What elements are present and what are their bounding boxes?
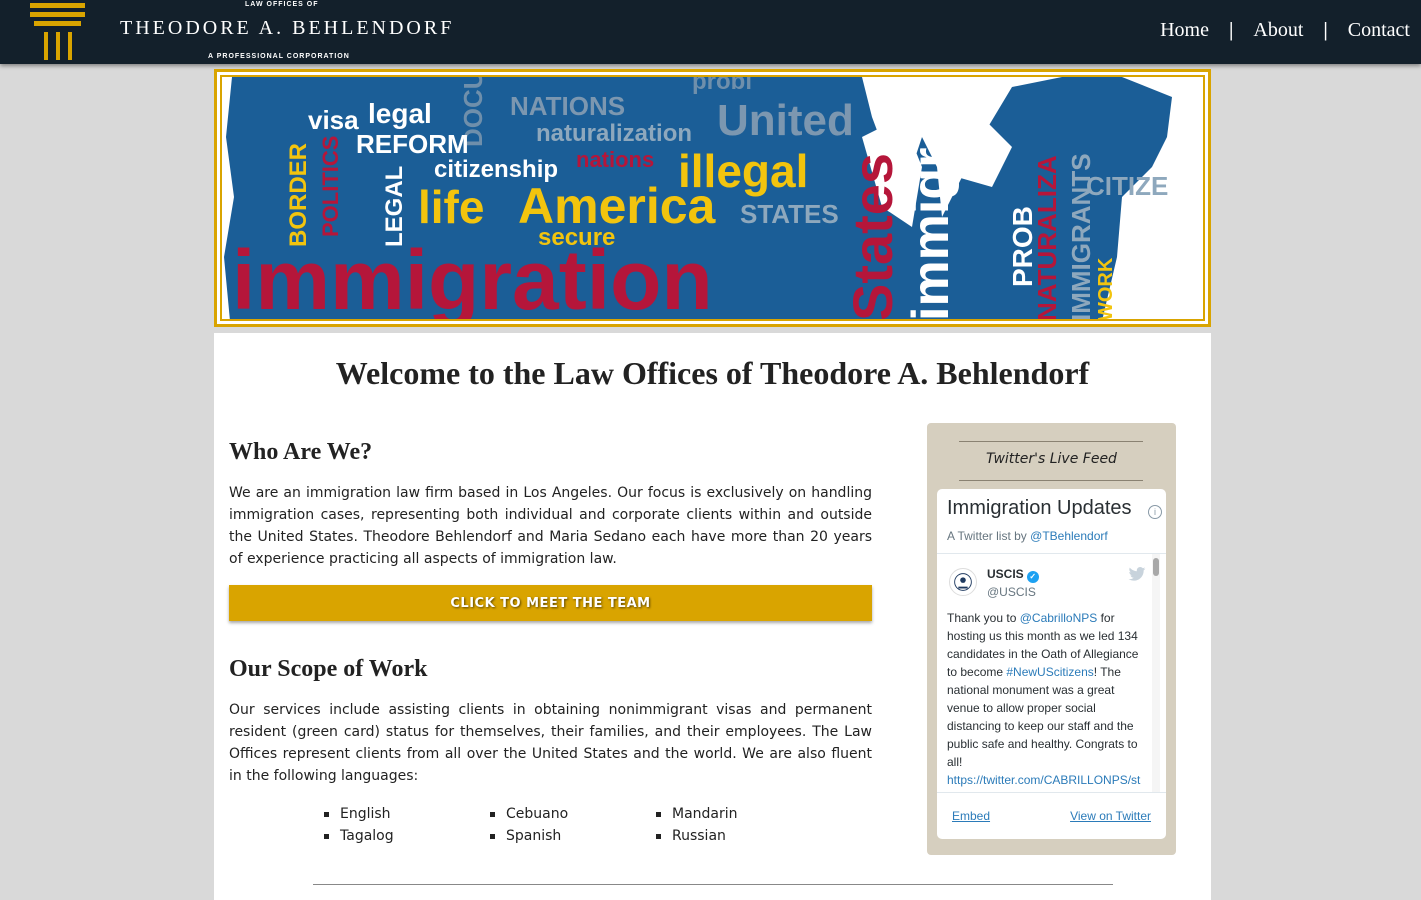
language-item: English — [324, 803, 490, 825]
pillar-logo-icon[interactable] — [30, 0, 86, 62]
banner-word: POLITICS — [318, 136, 343, 237]
banner-word: WORK — [1095, 257, 1117, 321]
immigration-word-map: DOCU probl visa legal NATIONS naturaliza… — [222, 77, 1203, 321]
tweet-mention-link[interactable]: @CabrilloNPS — [1020, 611, 1098, 625]
banner-word: immigr — [902, 148, 960, 321]
banner-word: CITIZE — [1086, 171, 1168, 201]
banner-word: BORDER — [285, 143, 312, 247]
section-divider — [313, 884, 1113, 885]
language-item: Spanish — [490, 825, 656, 847]
twitter-list-byline: A Twitter list by @TBehlendorf — [947, 529, 1108, 543]
banner-word: NATIONS — [510, 91, 625, 121]
tweet-author-name[interactable]: USCIS ✓ — [987, 567, 1039, 583]
banner-word: probl — [692, 77, 752, 95]
languages-list: English Cebuano Mandarin Tagalog Spanish… — [324, 803, 844, 847]
banner-word: nations — [576, 147, 654, 172]
twitter-panel-title: Twitter's Live Feed — [986, 451, 1117, 467]
logo-firm-name[interactable]: THEODORE A. BEHLENDORF — [120, 17, 454, 40]
banner-image: DOCU probl visa legal NATIONS naturaliza… — [220, 75, 1205, 321]
embed-link[interactable]: Embed — [952, 809, 990, 823]
logo-text-sub: A PROFESSIONAL CORPORATION — [208, 53, 350, 60]
page-title: Welcome to the Law Offices of Theodore A… — [335, 355, 1090, 391]
scope-of-work-heading: Our Scope of Work — [229, 656, 428, 682]
banner-word: STATES — [740, 199, 839, 229]
list-owner-link[interactable]: @TBehlendorf — [1030, 529, 1108, 543]
tweet-feed[interactable]: USCIS ✓ @USCIS Thank you to @CabrilloNPS … — [937, 554, 1166, 792]
tweet-text-part: ! The national monument was a great venu… — [947, 665, 1138, 769]
banner-word: visa — [308, 105, 359, 135]
twitter-embed-card: Immigration Updates i A Twitter list by … — [937, 489, 1166, 839]
logo-text-top: LAW OFFICES OF — [245, 1, 319, 8]
banner-word: NATURALIZA — [1032, 155, 1062, 321]
banner-word: life — [418, 181, 484, 233]
uscis-seal-avatar[interactable] — [949, 568, 977, 596]
panel-title-rule-bottom — [959, 480, 1143, 481]
language-item: Cebuano — [490, 803, 656, 825]
top-navigation-bar: LAW OFFICES OF THEODORE A. BEHLENDORF A … — [0, 0, 1421, 64]
nav-separator: | — [1228, 19, 1234, 41]
card-footer-divider — [937, 792, 1166, 793]
banner-word: REFORM — [356, 129, 469, 159]
who-are-we-text: We are an immigration law firm based in … — [229, 485, 872, 567]
language-item: Tagalog — [324, 825, 490, 847]
banner-word: legal — [368, 98, 432, 129]
language-item: Russian — [656, 825, 822, 847]
nav-separator: | — [1323, 19, 1328, 41]
twitter-feed-panel: Twitter's Live Feed Immigration Updates … — [927, 423, 1176, 855]
twitter-bird-icon[interactable] — [1128, 567, 1146, 581]
main-nav: Home | About | Contact — [1160, 19, 1410, 42]
author-name-text: USCIS — [987, 567, 1024, 581]
verified-badge-icon: ✓ — [1026, 571, 1039, 583]
tweet-url-link[interactable]: https://twitter.com/CABRILLONPS/st — [947, 773, 1140, 787]
nav-about-link[interactable]: About — [1253, 19, 1303, 42]
meet-the-team-button[interactable]: CLICK TO MEET THE TEAM — [229, 585, 872, 621]
language-item: Mandarin — [656, 803, 822, 825]
list-by-label: A Twitter list by — [947, 529, 1027, 543]
banner-word: immigration — [232, 233, 713, 321]
tweet-author-handle[interactable]: @USCIS — [987, 585, 1036, 599]
panel-title-rule-top — [959, 441, 1143, 442]
who-are-we-heading: Who Are We? — [229, 439, 373, 465]
banner-word: United — [717, 96, 854, 145]
banner-word: naturalization — [536, 120, 692, 147]
main-content: Welcome to the Law Offices of Theodore A… — [214, 333, 1211, 900]
scrollbar-thumb[interactable] — [1153, 558, 1159, 576]
scope-of-work-text: Our services include assisting clients i… — [229, 702, 872, 784]
tweet-hashtag-link[interactable]: #NewUScitizens — [1006, 665, 1093, 679]
hero-banner: DOCU probl visa legal NATIONS naturaliza… — [214, 69, 1211, 327]
nav-contact-link[interactable]: Contact — [1348, 19, 1410, 42]
info-icon[interactable]: i — [1148, 505, 1162, 519]
nav-home-link[interactable]: Home — [1160, 19, 1209, 42]
twitter-list-title[interactable]: Immigration Updates — [947, 497, 1132, 520]
tweet-text-part: Thank you to — [947, 611, 1020, 625]
banner-word: States — [841, 153, 904, 321]
tweet-body: Thank you to @CabrilloNPS for hosting us… — [947, 609, 1143, 789]
feed-scrollbar[interactable] — [1152, 554, 1160, 792]
view-on-twitter-link[interactable]: View on Twitter — [1070, 809, 1151, 823]
